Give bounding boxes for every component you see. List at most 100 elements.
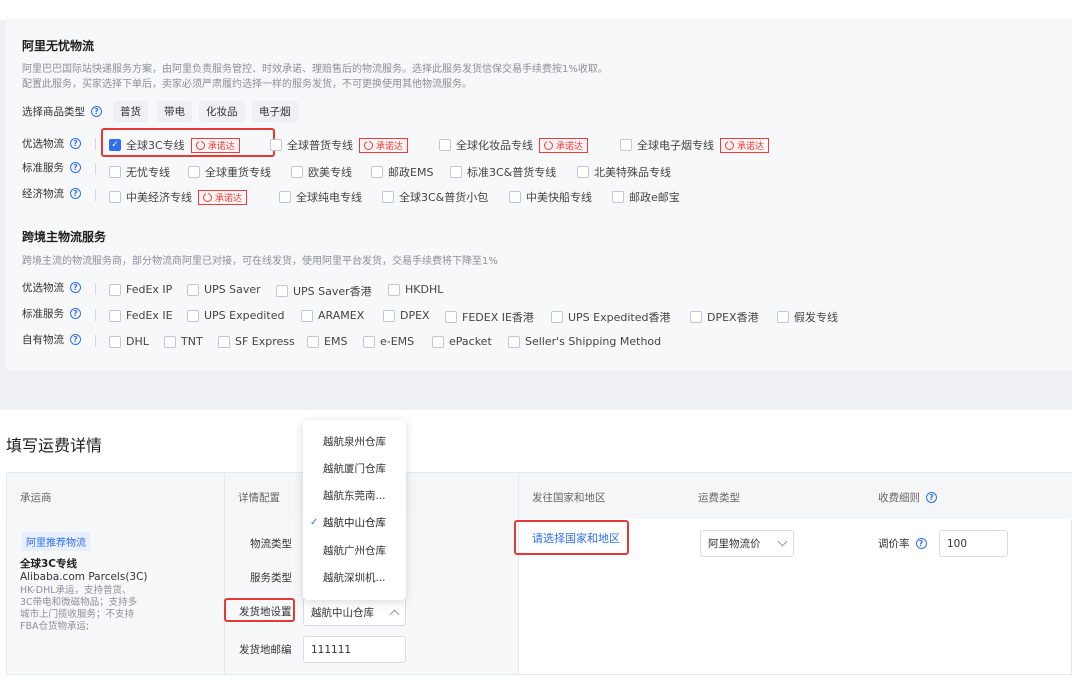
checkbox-checked-icon[interactable]: ✓ (109, 139, 121, 151)
option-global-ecig[interactable]: 全球电子烟专线 承诺达 (620, 137, 770, 153)
checkbox-icon[interactable] (371, 166, 383, 178)
checkbox-icon[interactable] (363, 335, 375, 348)
checkbox-icon[interactable] (279, 191, 291, 203)
checkbox-icon[interactable] (109, 191, 121, 203)
checkbox-icon[interactable] (551, 311, 563, 323)
checkbox-icon[interactable] (383, 309, 395, 322)
checkbox-icon[interactable] (301, 309, 313, 322)
option-dpex[interactable]: DPEX (383, 309, 430, 322)
option-post-epacket[interactable]: 邮政e邮宝 (612, 189, 680, 205)
origin-select[interactable]: 越航中山仓库 (303, 598, 406, 626)
checkbox-icon[interactable] (291, 166, 303, 178)
option-hkdhl[interactable]: HKDHL (388, 283, 443, 296)
checkbox-icon[interactable] (777, 311, 789, 323)
checkbox-icon[interactable] (188, 166, 200, 178)
option-aramex[interactable]: ARAMEX (301, 309, 364, 322)
help-icon[interactable]: ? (915, 538, 927, 549)
dropdown-option[interactable]: 越航泉州仓库 (303, 428, 406, 454)
option-dhl[interactable]: DHL (109, 335, 149, 348)
checkbox-icon[interactable] (164, 335, 176, 348)
help-icon[interactable]: ? (91, 106, 102, 117)
carrier-name: 全球3C专线 (20, 558, 78, 570)
dropdown-option[interactable]: 越航东莞南... (303, 482, 406, 508)
checkbox-icon[interactable] (187, 309, 199, 322)
column-divider (224, 473, 225, 675)
option-fedex-ie[interactable]: FedEx IE (109, 309, 173, 322)
checkbox-icon[interactable] (109, 309, 121, 322)
ali-section-desc-2: 配置此服务，买家选择下单后，卖家必须严肃履约选择一样的服务发货，不可更换使用其他… (22, 79, 472, 90)
help-icon[interactable]: ? (70, 138, 81, 149)
checkbox-icon[interactable] (276, 285, 288, 297)
checkbox-icon[interactable] (270, 139, 282, 151)
option-global-general[interactable]: 全球普货专线 承诺达 (270, 137, 409, 153)
option-worry-free[interactable]: 无忧专线 (109, 164, 170, 180)
checkbox-icon[interactable] (388, 283, 400, 296)
option-global-cosmetics[interactable]: 全球化妆品专线 承诺达 (439, 137, 589, 153)
option-epacket[interactable]: ePacket (432, 335, 492, 348)
zip-input[interactable]: 111111 (303, 636, 406, 663)
checkbox-icon[interactable] (218, 335, 230, 348)
option-post-ems[interactable]: 邮政EMS (371, 164, 433, 180)
rate-input[interactable]: 100 (939, 530, 1008, 557)
help-icon[interactable]: ? (70, 308, 81, 319)
checkbox-icon[interactable] (307, 335, 319, 348)
option-std-3c-general[interactable]: 标准3C&普货专线 (450, 164, 556, 180)
dropdown-option-selected[interactable]: ✓ 越航中山仓库 (303, 509, 406, 535)
option-na-special[interactable]: 北美特殊品专线 (577, 164, 671, 180)
select-country-link[interactable]: 请选择国家和地区 (532, 530, 620, 546)
checkbox-icon[interactable] (577, 166, 589, 178)
help-icon[interactable]: ? (70, 282, 81, 293)
checkbox-icon[interactable] (620, 139, 632, 151)
dropdown-option[interactable]: 越航广州仓库 (303, 537, 406, 563)
option-fedex-ip[interactable]: FedEx IP (109, 283, 172, 296)
cross-own-label: 自有物流 ? (22, 332, 81, 347)
option-dpex-hk[interactable]: DPEX香港 (690, 309, 759, 325)
option-fedex-ie-hk[interactable]: FEDEX IE香港 (445, 309, 534, 325)
divider (95, 163, 96, 175)
divider (95, 138, 96, 150)
checkbox-icon[interactable] (382, 191, 394, 203)
dropdown-option[interactable]: 越航厦门仓库 (303, 455, 406, 481)
option-e-ems[interactable]: e-EMS (363, 335, 414, 348)
product-type-chip-cosmetics[interactable]: 化妆品 (199, 101, 245, 122)
option-seller-shipping[interactable]: Seller's Shipping Method (508, 335, 661, 348)
checkbox-icon[interactable] (109, 283, 121, 296)
option-global-3c-small[interactable]: 全球3C&普货小包 (382, 189, 488, 205)
option-global-3c[interactable]: ✓ 全球3C专线 承诺达 (109, 137, 240, 153)
checkbox-icon[interactable] (612, 191, 624, 203)
checkbox-icon[interactable] (445, 311, 457, 323)
checkbox-icon[interactable] (439, 139, 451, 151)
option-cn-us-fast-ship[interactable]: 中美快船专线 (509, 189, 592, 205)
checkbox-icon[interactable] (509, 191, 521, 203)
option-ups-saver-hk[interactable]: UPS Saver香港 (276, 283, 372, 299)
option-label: DHL (126, 335, 149, 348)
option-tnt[interactable]: TNT (164, 335, 203, 348)
option-global-battery[interactable]: 全球纯电专线 (279, 189, 362, 205)
checkbox-icon[interactable] (109, 335, 121, 348)
checkbox-icon[interactable] (508, 335, 520, 348)
option-ups-saver[interactable]: UPS Saver (187, 283, 261, 296)
help-icon[interactable]: ? (70, 162, 81, 173)
help-icon[interactable]: ? (926, 492, 937, 503)
product-type-chip-ecig[interactable]: 电子烟 (252, 101, 298, 122)
option-sf-express[interactable]: SF Express (218, 335, 295, 348)
checkbox-icon[interactable] (432, 335, 444, 348)
checkbox-icon[interactable] (450, 166, 462, 178)
option-cn-us-economy[interactable]: 中美经济专线 承诺达 (109, 189, 248, 205)
freight-type-select[interactable]: 阿里物流价 (700, 530, 794, 557)
product-type-chip-battery[interactable]: 带电 (157, 101, 192, 122)
option-ups-expedited-hk[interactable]: UPS Expedited香港 (551, 309, 670, 325)
help-icon[interactable]: ? (70, 188, 81, 199)
option-global-heavy[interactable]: 全球重货专线 (188, 164, 271, 180)
help-icon[interactable]: ? (70, 334, 81, 345)
option-euro-us[interactable]: 欧美专线 (291, 164, 352, 180)
option-ems[interactable]: EMS (307, 335, 347, 348)
product-type-chip-general[interactable]: 普货 (113, 101, 148, 122)
checkbox-icon[interactable] (187, 283, 199, 296)
checkbox-icon[interactable] (109, 166, 121, 178)
dropdown-option[interactable]: 越航深圳机... (303, 564, 406, 590)
option-label: 全球3C专线 (126, 139, 185, 152)
checkbox-icon[interactable] (690, 311, 702, 323)
option-ups-expedited[interactable]: UPS Expedited (187, 309, 284, 322)
option-wig-line[interactable]: 假发专线 (777, 309, 838, 325)
